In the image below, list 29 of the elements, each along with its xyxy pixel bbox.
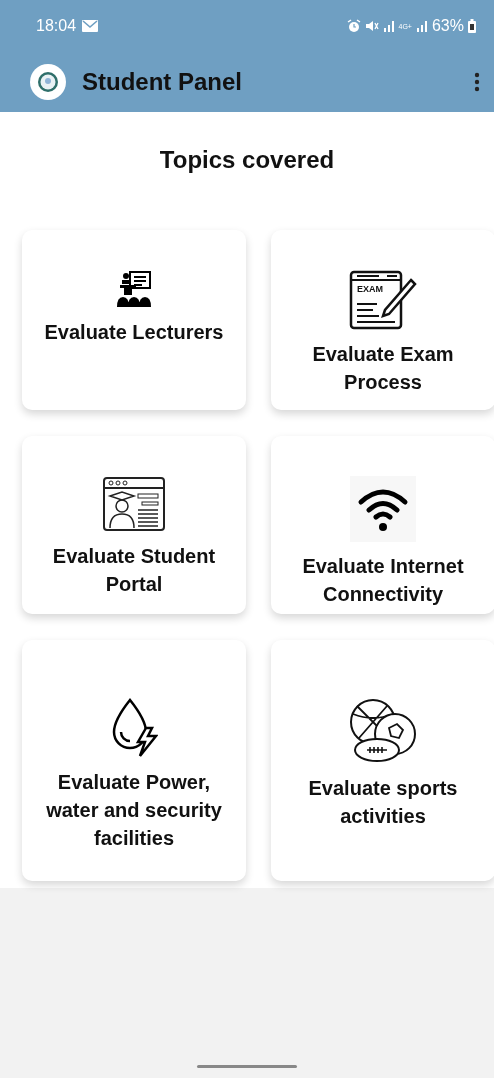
status-time: 18:04 bbox=[36, 17, 77, 35]
wifi-icon bbox=[350, 476, 416, 542]
graduate-webpage-icon bbox=[102, 476, 166, 532]
topic-card[interactable]: EXAM Evaluate Exam Process bbox=[271, 230, 494, 410]
signal-icon bbox=[382, 20, 395, 32]
battery-percent: 63% bbox=[431, 17, 464, 35]
battery-icon bbox=[468, 19, 476, 33]
sports-balls-icon bbox=[349, 698, 417, 764]
alarm-icon bbox=[346, 19, 361, 33]
more-options-icon[interactable] bbox=[474, 71, 480, 93]
topic-label: Evaluate Exam Process bbox=[311, 342, 455, 395]
topic-card[interactable]: Evaluate Student Portal bbox=[22, 436, 246, 614]
logo-icon bbox=[30, 64, 66, 100]
app-title: Student Panel bbox=[82, 68, 244, 96]
topic-label: Evaluate sports activities bbox=[307, 776, 459, 829]
topic-card[interactable]: Evaluate Internet Connectivity bbox=[271, 436, 494, 614]
topic-card[interactable]: Evaluate Power, water and security facilities bbox=[22, 640, 246, 881]
water-drop-lightning-icon bbox=[110, 698, 158, 758]
signal-icon bbox=[415, 20, 428, 32]
presentation-icon bbox=[116, 270, 152, 308]
section-heading: Topics covered bbox=[158, 146, 336, 174]
topic-label: Evaluate Power, water and security facilities bbox=[45, 770, 223, 851]
mail-icon bbox=[82, 20, 99, 32]
topic-label: Evaluate Internet Connectivity bbox=[301, 554, 465, 607]
topic-card[interactable]: Evaluate Lecturers bbox=[22, 230, 246, 410]
mute-icon bbox=[364, 19, 379, 33]
topic-label: Evaluate Student Portal bbox=[51, 544, 217, 597]
topic-card[interactable]: Evaluate sports activities bbox=[271, 640, 494, 881]
topic-label: Evaluate Lecturers bbox=[44, 320, 224, 345]
